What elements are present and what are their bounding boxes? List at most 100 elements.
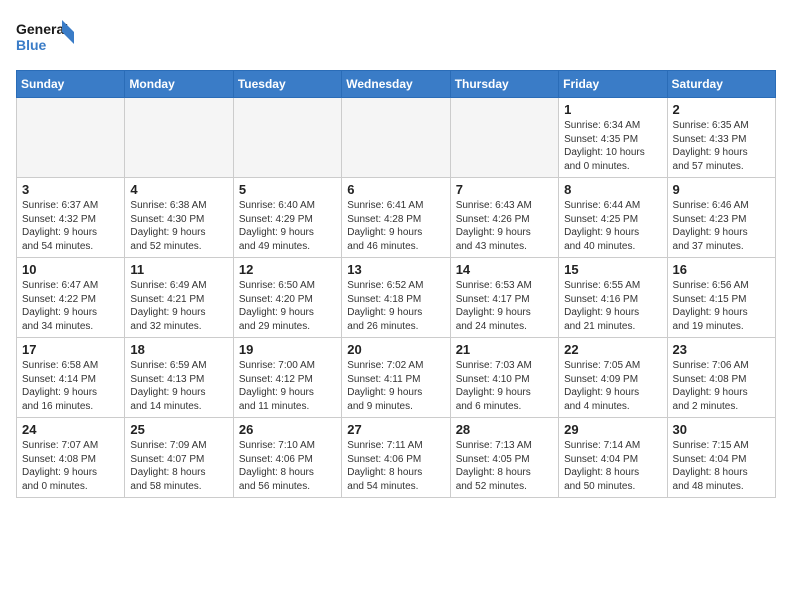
day-number: 15 (564, 262, 661, 277)
calendar-cell (342, 98, 450, 178)
calendar-cell: 18 Sunrise: 6:59 AM Sunset: 4:13 PM Dayli… (125, 338, 233, 418)
day-number: 13 (347, 262, 444, 277)
week-row-3: 10 Sunrise: 6:47 AM Sunset: 4:22 PM Dayli… (17, 258, 776, 338)
calendar-cell: 6 Sunrise: 6:41 AM Sunset: 4:28 PM Daylig… (342, 178, 450, 258)
calendar-cell: 23 Sunrise: 7:06 AM Sunset: 4:08 PM Dayli… (667, 338, 775, 418)
day-number: 8 (564, 182, 661, 197)
weekday-header-thursday: Thursday (450, 71, 558, 98)
day-info: Sunrise: 6:37 AM Sunset: 4:32 PM Dayligh… (22, 199, 119, 253)
day-info: Sunrise: 7:15 AM Sunset: 4:04 PM Dayligh… (673, 439, 770, 493)
calendar-cell: 3 Sunrise: 6:37 AM Sunset: 4:32 PM Daylig… (17, 178, 125, 258)
day-info: Sunrise: 6:43 AM Sunset: 4:26 PM Dayligh… (456, 199, 553, 253)
day-number: 23 (673, 342, 770, 357)
calendar-cell (17, 98, 125, 178)
day-number: 9 (673, 182, 770, 197)
day-info: Sunrise: 7:07 AM Sunset: 4:08 PM Dayligh… (22, 439, 119, 493)
calendar-cell (125, 98, 233, 178)
calendar-cell: 13Sunrise: 6:52 AM Sunset: 4:18 PM Dayli… (342, 258, 450, 338)
day-info: Sunrise: 7:11 AM Sunset: 4:06 PM Dayligh… (347, 439, 444, 493)
logo: GeneralBlue (16, 16, 76, 60)
svg-text:General: General (16, 21, 68, 37)
calendar-cell: 8 Sunrise: 6:44 AM Sunset: 4:25 PM Daylig… (559, 178, 667, 258)
day-number: 6 (347, 182, 444, 197)
calendar-cell: 20 Sunrise: 7:02 AM Sunset: 4:11 PM Dayli… (342, 338, 450, 418)
page-header: GeneralBlue (16, 16, 776, 60)
day-number: 10 (22, 262, 119, 277)
day-info: Sunrise: 6:59 AM Sunset: 4:13 PM Dayligh… (130, 359, 227, 413)
calendar-cell: 9 Sunrise: 6:46 AM Sunset: 4:23 PM Daylig… (667, 178, 775, 258)
weekday-header-wednesday: Wednesday (342, 71, 450, 98)
day-info: Sunrise: 7:09 AM Sunset: 4:07 PM Dayligh… (130, 439, 227, 493)
calendar-cell: 30 Sunrise: 7:15 AM Sunset: 4:04 PM Dayli… (667, 418, 775, 498)
calendar-cell: 15 Sunrise: 6:55 AM Sunset: 4:16 PM Dayli… (559, 258, 667, 338)
day-info: Sunrise: 6:58 AM Sunset: 4:14 PM Dayligh… (22, 359, 119, 413)
day-info: Sunrise: 6:44 AM Sunset: 4:25 PM Dayligh… (564, 199, 661, 253)
calendar-cell: 29Sunrise: 7:14 AM Sunset: 4:04 PM Dayli… (559, 418, 667, 498)
day-info: Sunrise: 6:40 AM Sunset: 4:29 PM Dayligh… (239, 199, 336, 253)
calendar-cell: 10 Sunrise: 6:47 AM Sunset: 4:22 PM Dayli… (17, 258, 125, 338)
calendar-cell: 11 Sunrise: 6:49 AM Sunset: 4:21 PM Dayli… (125, 258, 233, 338)
calendar-cell: 26 Sunrise: 7:10 AM Sunset: 4:06 PM Dayli… (233, 418, 341, 498)
svg-text:Blue: Blue (16, 37, 47, 53)
calendar-cell: 5Sunrise: 6:40 AM Sunset: 4:29 PM Daylig… (233, 178, 341, 258)
day-number: 19 (239, 342, 336, 357)
day-info: Sunrise: 6:55 AM Sunset: 4:16 PM Dayligh… (564, 279, 661, 333)
day-number: 1 (564, 102, 661, 117)
day-info: Sunrise: 7:02 AM Sunset: 4:11 PM Dayligh… (347, 359, 444, 413)
calendar-cell: 27 Sunrise: 7:11 AM Sunset: 4:06 PM Dayli… (342, 418, 450, 498)
day-number: 2 (673, 102, 770, 117)
week-row-2: 3 Sunrise: 6:37 AM Sunset: 4:32 PM Daylig… (17, 178, 776, 258)
day-number: 3 (22, 182, 119, 197)
calendar-cell: 14Sunrise: 6:53 AM Sunset: 4:17 PM Dayli… (450, 258, 558, 338)
weekday-header-tuesday: Tuesday (233, 71, 341, 98)
day-info: Sunrise: 6:41 AM Sunset: 4:28 PM Dayligh… (347, 199, 444, 253)
weekday-header-friday: Friday (559, 71, 667, 98)
calendar-cell: 25 Sunrise: 7:09 AM Sunset: 4:07 PM Dayli… (125, 418, 233, 498)
day-number: 25 (130, 422, 227, 437)
day-number: 14 (456, 262, 553, 277)
calendar-cell: 7 Sunrise: 6:43 AM Sunset: 4:26 PM Daylig… (450, 178, 558, 258)
day-info: Sunrise: 7:14 AM Sunset: 4:04 PM Dayligh… (564, 439, 661, 493)
day-info: Sunrise: 6:46 AM Sunset: 4:23 PM Dayligh… (673, 199, 770, 253)
weekday-header-row: SundayMondayTuesdayWednesdayThursdayFrid… (17, 71, 776, 98)
day-number: 22 (564, 342, 661, 357)
day-info: Sunrise: 6:49 AM Sunset: 4:21 PM Dayligh… (130, 279, 227, 333)
calendar-table: SundayMondayTuesdayWednesdayThursdayFrid… (16, 70, 776, 498)
day-number: 4 (130, 182, 227, 197)
day-number: 30 (673, 422, 770, 437)
day-info: Sunrise: 7:05 AM Sunset: 4:09 PM Dayligh… (564, 359, 661, 413)
calendar-cell: 28 Sunrise: 7:13 AM Sunset: 4:05 PM Dayli… (450, 418, 558, 498)
calendar-cell: 24 Sunrise: 7:07 AM Sunset: 4:08 PM Dayli… (17, 418, 125, 498)
logo-svg: GeneralBlue (16, 16, 76, 60)
day-number: 17 (22, 342, 119, 357)
day-number: 21 (456, 342, 553, 357)
day-info: Sunrise: 7:03 AM Sunset: 4:10 PM Dayligh… (456, 359, 553, 413)
day-info: Sunrise: 6:35 AM Sunset: 4:33 PM Dayligh… (673, 119, 770, 173)
day-info: Sunrise: 6:50 AM Sunset: 4:20 PM Dayligh… (239, 279, 336, 333)
calendar-cell: 12 Sunrise: 6:50 AM Sunset: 4:20 PM Dayli… (233, 258, 341, 338)
weekday-header-monday: Monday (125, 71, 233, 98)
day-info: Sunrise: 7:13 AM Sunset: 4:05 PM Dayligh… (456, 439, 553, 493)
day-number: 26 (239, 422, 336, 437)
calendar-cell: 17 Sunrise: 6:58 AM Sunset: 4:14 PM Dayli… (17, 338, 125, 418)
calendar-cell (233, 98, 341, 178)
week-row-4: 17 Sunrise: 6:58 AM Sunset: 4:14 PM Dayli… (17, 338, 776, 418)
day-number: 12 (239, 262, 336, 277)
day-info: Sunrise: 6:47 AM Sunset: 4:22 PM Dayligh… (22, 279, 119, 333)
day-number: 28 (456, 422, 553, 437)
day-number: 24 (22, 422, 119, 437)
day-info: Sunrise: 6:56 AM Sunset: 4:15 PM Dayligh… (673, 279, 770, 333)
day-number: 11 (130, 262, 227, 277)
day-info: Sunrise: 7:06 AM Sunset: 4:08 PM Dayligh… (673, 359, 770, 413)
day-number: 18 (130, 342, 227, 357)
day-number: 20 (347, 342, 444, 357)
day-number: 27 (347, 422, 444, 437)
day-info: Sunrise: 7:00 AM Sunset: 4:12 PM Dayligh… (239, 359, 336, 413)
day-info: Sunrise: 6:34 AM Sunset: 4:35 PM Dayligh… (564, 119, 661, 173)
calendar-cell: 16Sunrise: 6:56 AM Sunset: 4:15 PM Dayli… (667, 258, 775, 338)
day-number: 7 (456, 182, 553, 197)
calendar-cell (450, 98, 558, 178)
weekday-header-sunday: Sunday (17, 71, 125, 98)
day-info: Sunrise: 6:38 AM Sunset: 4:30 PM Dayligh… (130, 199, 227, 253)
day-info: Sunrise: 7:10 AM Sunset: 4:06 PM Dayligh… (239, 439, 336, 493)
